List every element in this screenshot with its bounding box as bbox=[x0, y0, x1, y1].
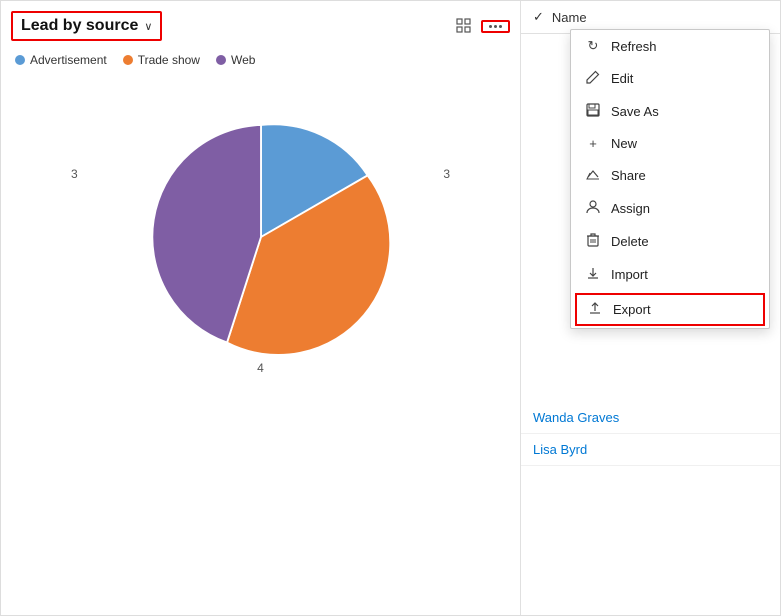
legend-item-advertisement: Advertisement bbox=[15, 53, 107, 67]
save-as-icon bbox=[585, 103, 601, 120]
dropdown-menu: ↻ Refresh Edit S bbox=[570, 29, 770, 329]
dot-icon bbox=[489, 25, 492, 28]
dot-icon bbox=[499, 25, 502, 28]
menu-item-import[interactable]: Import bbox=[571, 258, 769, 291]
menu-label-save-as: Save As bbox=[611, 104, 659, 119]
chart-title-box[interactable]: Lead by source ∨ bbox=[11, 11, 162, 41]
menu-item-save-as[interactable]: Save As bbox=[571, 95, 769, 128]
expand-button[interactable] bbox=[453, 15, 475, 37]
chart-legend: Advertisement Trade show Web bbox=[11, 53, 510, 67]
legend-dot-advertisement bbox=[15, 55, 25, 65]
menu-item-refresh[interactable]: ↻ Refresh bbox=[571, 30, 769, 62]
pie-chart-container: 3 3 4 bbox=[11, 97, 510, 377]
checkmark-icon: ✓ bbox=[533, 9, 544, 25]
legend-item-web: Web bbox=[216, 53, 255, 67]
menu-label-edit: Edit bbox=[611, 71, 633, 86]
menu-label-import: Import bbox=[611, 267, 648, 282]
list-item: Wanda Graves bbox=[521, 402, 780, 434]
edit-icon bbox=[585, 70, 601, 87]
chart-header: Lead by source ∨ bbox=[11, 11, 510, 41]
menu-label-share: Share bbox=[611, 168, 646, 183]
refresh-icon: ↻ bbox=[585, 38, 601, 54]
pie-chart-svg bbox=[121, 97, 401, 377]
chart-header-actions bbox=[453, 15, 510, 37]
more-options-button[interactable] bbox=[481, 20, 510, 33]
name-link-wanda-graves[interactable]: Wanda Graves bbox=[533, 410, 619, 425]
main-container: Lead by source ∨ bbox=[0, 0, 781, 616]
menu-item-delete[interactable]: Delete bbox=[571, 225, 769, 258]
pie-label-web: 3 bbox=[71, 167, 78, 181]
legend-label-tradeshow: Trade show bbox=[138, 53, 200, 67]
pie-label-tradeshow: 4 bbox=[257, 361, 264, 375]
right-panel: ✓ Name ↻ Refresh Edit bbox=[521, 1, 780, 615]
share-icon bbox=[585, 167, 601, 184]
menu-item-export[interactable]: Export bbox=[575, 293, 765, 326]
menu-item-new[interactable]: + New bbox=[571, 128, 769, 159]
legend-item-tradeshow: Trade show bbox=[123, 53, 200, 67]
import-icon bbox=[585, 266, 601, 283]
legend-dot-tradeshow bbox=[123, 55, 133, 65]
chart-title: Lead by source bbox=[21, 17, 138, 35]
chevron-down-icon: ∨ bbox=[144, 20, 152, 33]
legend-label-web: Web bbox=[231, 53, 255, 67]
list-item: Lisa Byrd bbox=[521, 434, 780, 466]
column-name-label: Name bbox=[552, 10, 587, 25]
menu-label-new: New bbox=[611, 136, 637, 151]
export-icon bbox=[587, 301, 603, 318]
new-icon: + bbox=[585, 136, 601, 151]
menu-label-refresh: Refresh bbox=[611, 39, 657, 54]
name-link-lisa-byrd[interactable]: Lisa Byrd bbox=[533, 442, 587, 457]
menu-label-export: Export bbox=[613, 302, 651, 317]
menu-item-share[interactable]: Share bbox=[571, 159, 769, 192]
menu-item-assign[interactable]: Assign bbox=[571, 192, 769, 225]
menu-label-delete: Delete bbox=[611, 234, 649, 249]
legend-dot-web bbox=[216, 55, 226, 65]
assign-icon bbox=[585, 200, 601, 217]
dot-icon bbox=[494, 25, 497, 28]
legend-label-advertisement: Advertisement bbox=[30, 53, 107, 67]
chart-panel: Lead by source ∨ bbox=[1, 1, 521, 615]
names-list: Wanda Graves Lisa Byrd bbox=[521, 394, 780, 466]
pie-label-advertisement: 3 bbox=[443, 167, 450, 181]
delete-icon bbox=[585, 233, 601, 250]
menu-item-edit[interactable]: Edit bbox=[571, 62, 769, 95]
menu-label-assign: Assign bbox=[611, 201, 650, 216]
